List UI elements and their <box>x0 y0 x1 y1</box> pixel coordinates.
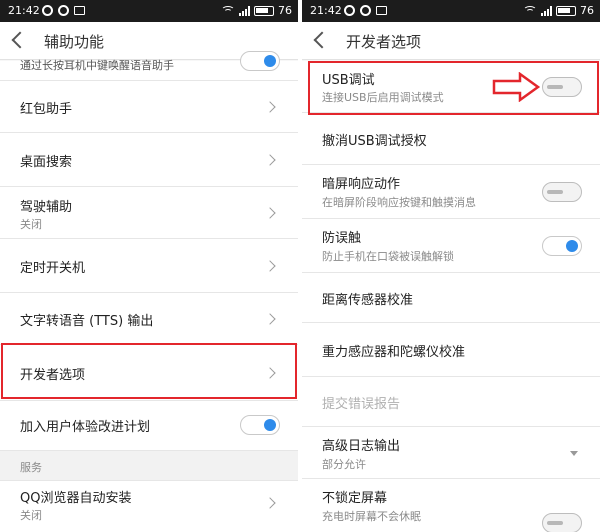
item-sublabel: 防止手机在口袋被误触解锁 <box>322 250 454 263</box>
item-sublabel: 充电时屏幕不会休眠 <box>322 510 421 523</box>
item-label: 重力感应器和陀螺仪校准 <box>322 345 466 360</box>
image-notification-icon <box>376 6 387 15</box>
list-item-desktop-search[interactable]: 桌面搜索 <box>0 133 298 187</box>
list-item-scheduled-power[interactable]: 定时开关机 <box>0 239 298 293</box>
item-label: 距离传感器校准 <box>322 293 414 308</box>
notification-q-icon <box>58 5 69 16</box>
notification-q-icon <box>344 5 355 16</box>
list-item-gravity-calibration[interactable]: 重力感应器和陀螺仪校准 <box>302 323 600 377</box>
signal-icon <box>239 5 250 16</box>
chevron-right-icon <box>264 313 276 325</box>
toggle-switch[interactable] <box>542 236 582 256</box>
list-item-bug-report: 提交错误报告 <box>302 377 600 427</box>
item-sublabel: 在暗屏阶段响应按键和触摸消息 <box>322 196 476 209</box>
chevron-right-icon <box>264 367 276 379</box>
item-label: 暗屏响应动作 <box>322 177 401 192</box>
page-title: 辅助功能 <box>44 33 105 51</box>
toggle-switch[interactable] <box>542 182 582 202</box>
list-item-stay-awake[interactable]: 不锁定屏幕 充电时屏幕不会休眠 <box>302 479 600 532</box>
section-title: 服务 <box>20 461 42 474</box>
pointer-arrow-icon <box>492 72 541 102</box>
chevron-right-icon <box>264 207 276 219</box>
notification-q-icon <box>42 5 53 16</box>
list-item-proximity-calibration[interactable]: 距离传感器校准 <box>302 273 600 323</box>
list-item-advanced-logging[interactable]: 高级日志输出 部分允许 <box>302 427 600 479</box>
wifi-icon <box>523 5 537 16</box>
item-label: 不锁定屏幕 <box>322 491 388 506</box>
status-right-group: 76 <box>523 4 594 17</box>
list-item-user-experience[interactable]: 加入用户体验改进计划 <box>0 401 298 451</box>
image-notification-icon <box>74 6 85 15</box>
list-item-developer-options[interactable]: 开发者选项 <box>0 345 298 401</box>
chevron-right-icon <box>264 260 276 272</box>
list-item-qq-browser[interactable]: QQ浏览器自动安装 关闭 <box>0 481 298 532</box>
list-item-red-packet[interactable]: 红包助手 <box>0 81 298 133</box>
list-item-dark-response[interactable]: 暗屏响应动作 在暗屏阶段响应按键和触摸消息 <box>302 165 600 219</box>
battery-icon <box>556 5 576 16</box>
notification-q-icon <box>360 5 371 16</box>
battery-level: 76 <box>278 4 292 17</box>
wifi-icon <box>221 5 235 16</box>
item-label: 红包助手 <box>20 102 73 117</box>
item-sublabel: 关闭 <box>20 218 42 231</box>
battery-level: 76 <box>580 4 594 17</box>
list-item-anti-mistouch[interactable]: 防误触 防止手机在口袋被误触解锁 <box>302 219 600 273</box>
item-label: 桌面搜索 <box>20 155 73 170</box>
page-title: 开发者选项 <box>346 33 422 51</box>
battery-icon <box>254 5 274 16</box>
toggle-switch[interactable] <box>240 415 280 435</box>
back-arrow-icon[interactable] <box>11 31 29 49</box>
status-bar: 21:42 76 <box>0 0 298 22</box>
section-header: 服务 <box>0 451 298 481</box>
list-item-tts-output[interactable]: 文字转语音 (TTS) 输出 <box>0 293 298 345</box>
item-sublabel: 关闭 <box>20 509 42 522</box>
title-bar: 开发者选项 <box>302 22 600 60</box>
item-label: 通过长按耳机中键唤醒语音助手 <box>20 59 174 72</box>
item-label: 加入用户体验改进计划 <box>20 420 151 435</box>
chevron-right-icon <box>264 154 276 166</box>
item-label: USB调试 <box>322 73 375 88</box>
right-screen: 21:42 76 开发者选项 USB调试 连接USB后启用调试模式 撤消USB调… <box>302 0 600 532</box>
signal-icon <box>541 5 552 16</box>
item-label: 撤消USB调试授权 <box>322 134 427 149</box>
item-label: 高级日志输出 <box>322 439 401 454</box>
settings-list: 通过长按耳机中键唤醒语音助手 红包助手 桌面搜索 驾驶辅助 关闭 定时开关机 文… <box>0 51 298 532</box>
item-sublabel: 部分允许 <box>322 458 366 471</box>
toggle-switch[interactable] <box>542 77 582 97</box>
left-screen: 21:42 76 辅助功能 通过长按耳机中键唤醒语音助手 红包助手 桌面搜索 驾… <box>0 0 298 532</box>
status-time: 21:42 <box>310 4 342 17</box>
item-label: 定时开关机 <box>20 261 86 276</box>
item-label: 驾驶辅助 <box>20 200 73 215</box>
item-label: 防误触 <box>322 231 362 246</box>
chevron-right-icon <box>264 101 276 113</box>
toggle-switch[interactable] <box>542 513 582 532</box>
status-right-group: 76 <box>221 4 292 17</box>
item-sublabel: 连接USB后启用调试模式 <box>322 91 444 104</box>
toggle-switch[interactable] <box>240 51 280 71</box>
item-label: 开发者选项 <box>20 368 86 383</box>
list-item-revoke-usb[interactable]: 撤消USB调试授权 <box>302 113 600 165</box>
status-time: 21:42 <box>8 4 40 17</box>
chevron-right-icon <box>264 497 276 509</box>
list-item-usb-debugging[interactable]: USB调试 连接USB后启用调试模式 <box>302 61 600 113</box>
item-label: 提交错误报告 <box>322 397 401 412</box>
item-label: QQ浏览器自动安装 <box>20 491 132 506</box>
status-bar: 21:42 76 <box>302 0 600 22</box>
item-label: 文字转语音 (TTS) 输出 <box>20 314 154 329</box>
settings-list: USB调试 连接USB后启用调试模式 撤消USB调试授权 暗屏响应动作 在暗屏阶… <box>302 61 600 532</box>
back-arrow-icon[interactable] <box>313 31 331 49</box>
dropdown-arrow-icon[interactable] <box>570 451 578 456</box>
list-item-voice-assistant[interactable]: 通过长按耳机中键唤醒语音助手 <box>0 51 298 81</box>
list-item-driving-assist[interactable]: 驾驶辅助 关闭 <box>0 187 298 239</box>
